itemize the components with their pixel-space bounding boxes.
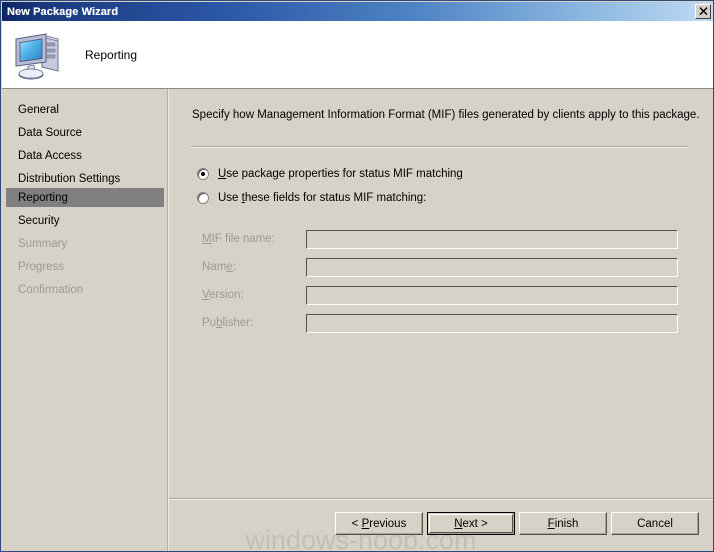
sidebar-item-general[interactable]: General: [6, 100, 164, 119]
sidebar-item-distribution-settings[interactable]: Distribution Settings: [6, 169, 164, 188]
footer-separator-light: [169, 499, 713, 500]
cancel-button[interactable]: Cancel: [611, 512, 699, 535]
window-title: New Package Wizard: [7, 5, 119, 18]
radio-label-use-these-fields: Use these fields for status MIF matching…: [218, 192, 427, 204]
input-publisher[interactable]: [306, 314, 678, 333]
sidebar-item-summary: Summary: [18, 237, 68, 250]
finish-button-label: Finish: [547, 517, 579, 530]
computer-monitor-icon: [12, 29, 68, 81]
next-button-label: Next >: [454, 517, 488, 530]
cancel-button-label: Cancel: [637, 517, 673, 530]
page-title: Reporting: [85, 48, 138, 62]
wizard-header: Reporting: [2, 21, 713, 89]
radio-button-icon-unselected[interactable]: [197, 192, 209, 204]
label-name: Name:: [202, 261, 236, 273]
wizard-body: General Data Source Data Access Distribu…: [2, 89, 713, 551]
label-publisher: Publisher:: [202, 317, 254, 329]
sidebar-item-reporting[interactable]: Reporting: [6, 188, 164, 207]
finish-button[interactable]: Finish: [519, 512, 607, 535]
next-button[interactable]: Next >: [427, 512, 515, 535]
input-mif-file-name[interactable]: [306, 230, 678, 249]
radio-use-these-fields[interactable]: Use these fields for status MIF matching…: [197, 192, 426, 204]
radio-use-package-properties[interactable]: Use package properties for status MIF ma…: [197, 168, 463, 180]
description-separator-light: [191, 147, 688, 148]
sidebar-item-confirmation: Confirmation: [18, 283, 84, 296]
previous-button-label: < Previous: [351, 517, 407, 530]
sidebar-item-progress: Progress: [18, 260, 65, 273]
radio-label-use-package-properties: Use package properties for status MIF ma…: [218, 168, 463, 180]
sidebar-item-data-access[interactable]: Data Access: [6, 146, 164, 165]
new-package-wizard-window: New Package Wizard Reporting General Dat…: [0, 0, 714, 552]
sidebar-item-security[interactable]: Security: [6, 211, 164, 230]
radio-button-icon-selected[interactable]: [197, 168, 209, 180]
close-glyph: [699, 7, 707, 16]
close-icon[interactable]: [695, 4, 711, 19]
input-name[interactable]: [306, 258, 678, 277]
input-version[interactable]: [306, 286, 678, 305]
wizard-step-list: General Data Source Data Access Distribu…: [2, 89, 166, 551]
label-mif-file-name: MIF file name:: [202, 233, 275, 245]
next-button-inner: Next >: [429, 514, 513, 533]
wizard-content: Specify how Management Information Forma…: [169, 89, 713, 551]
previous-button[interactable]: < Previous: [335, 512, 423, 535]
sidebar-item-data-source[interactable]: Data Source: [6, 123, 164, 142]
title-bar[interactable]: New Package Wizard: [2, 2, 713, 21]
page-description: Specify how Management Information Forma…: [192, 109, 700, 121]
label-version: Version:: [202, 289, 244, 301]
